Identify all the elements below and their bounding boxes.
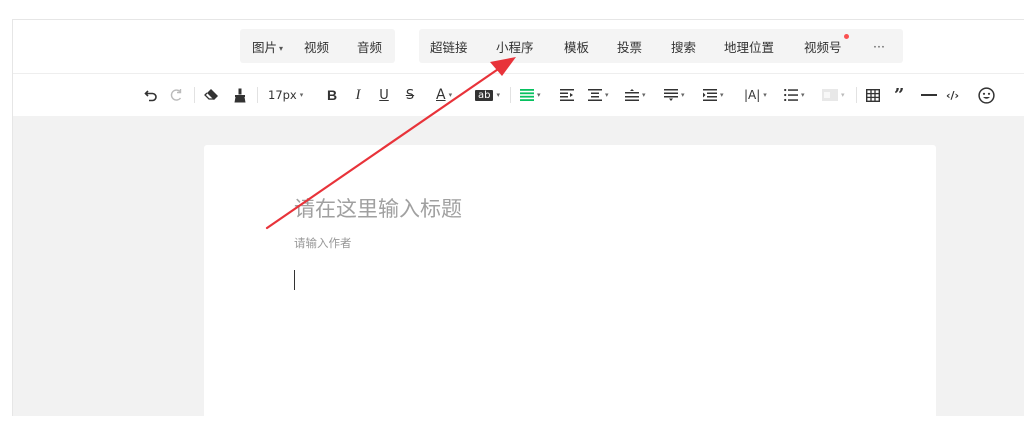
bold-button[interactable]: B xyxy=(325,86,339,104)
editor-frame: 图片▾ 视频 音频 超链接 小程序 模板 投票 搜索 地理位置 视频号 ··· xyxy=(12,19,1024,435)
indent-spacing-icon[interactable]: ▾ xyxy=(703,86,724,104)
format-painter-icon[interactable] xyxy=(232,86,248,104)
search-button[interactable]: 搜索 xyxy=(671,37,696,56)
editor-paper: 请在这里输入标题 请输入作者 xyxy=(204,145,936,435)
letter-spacing-icon[interactable]: |A| ▾ xyxy=(744,86,767,104)
italic-button[interactable]: I xyxy=(351,86,365,104)
background-color-icon[interactable]: ▾ xyxy=(822,86,845,104)
insert-bar: 图片 ▾ 视频 音频 超链接 小程序 模板 投票 搜索 地理位置 视频号 ··· xyxy=(13,20,1024,73)
audio-button[interactable]: 音频 xyxy=(357,37,382,56)
table-icon[interactable] xyxy=(866,86,880,104)
font-size-select[interactable]: 17px ▾ xyxy=(268,86,303,104)
code-icon[interactable]: ‹/› xyxy=(946,86,959,104)
template-button[interactable]: 模板 xyxy=(564,37,589,56)
chevron-down-icon: ▾ xyxy=(279,43,284,53)
channels-button[interactable]: 视频号 xyxy=(804,33,849,56)
content-group: 超链接 小程序 模板 投票 搜索 地理位置 视频号 ··· xyxy=(419,29,903,63)
align-justify-icon[interactable]: ▾ xyxy=(520,86,541,104)
divider xyxy=(510,87,511,103)
emoji-icon[interactable] xyxy=(978,86,995,104)
underline-button[interactable]: U xyxy=(377,86,391,104)
redo-icon[interactable] xyxy=(168,86,184,104)
highlight-button[interactable]: ab ▾ xyxy=(475,86,500,104)
mini-program-button[interactable]: 小程序 xyxy=(496,37,534,56)
notification-dot xyxy=(843,33,849,39)
media-group: 图片 ▾ 视频 音频 xyxy=(240,29,395,63)
align-center-icon[interactable]: ▾ xyxy=(588,86,609,104)
text-cursor xyxy=(294,270,295,290)
video-button[interactable]: 视频 xyxy=(304,37,329,56)
quote-icon[interactable]: ” xyxy=(894,85,904,106)
hyperlink-button[interactable]: 超链接 xyxy=(430,37,468,56)
font-color-button[interactable]: A ▾ xyxy=(436,86,452,104)
list-icon[interactable]: ▾ xyxy=(784,86,805,104)
divider xyxy=(257,87,258,103)
vote-button[interactable]: 投票 xyxy=(617,37,642,56)
divider xyxy=(194,87,195,103)
undo-icon[interactable] xyxy=(143,86,159,104)
indent-icon[interactable] xyxy=(560,86,574,104)
line-height-icon[interactable]: ▾ xyxy=(625,86,646,104)
paragraph-spacing-icon[interactable]: ▾ xyxy=(664,86,685,104)
more-button[interactable]: ··· xyxy=(873,39,885,54)
format-toolbar: 17px ▾ B I U S A ▾ ab ▾ ▾ ▾ ▾ ▾ ▾ |A| ▾ ▾ ▾ xyxy=(13,73,1024,116)
divider-line-icon[interactable] xyxy=(921,86,937,104)
author-input[interactable]: 请输入作者 xyxy=(294,235,352,251)
image-menu[interactable]: 图片 ▾ xyxy=(252,37,283,56)
strikethrough-button[interactable]: S xyxy=(403,86,417,104)
title-input[interactable]: 请在这里输入标题 xyxy=(294,193,462,223)
divider xyxy=(856,87,857,103)
location-button[interactable]: 地理位置 xyxy=(724,37,774,56)
eraser-icon[interactable] xyxy=(203,86,221,104)
